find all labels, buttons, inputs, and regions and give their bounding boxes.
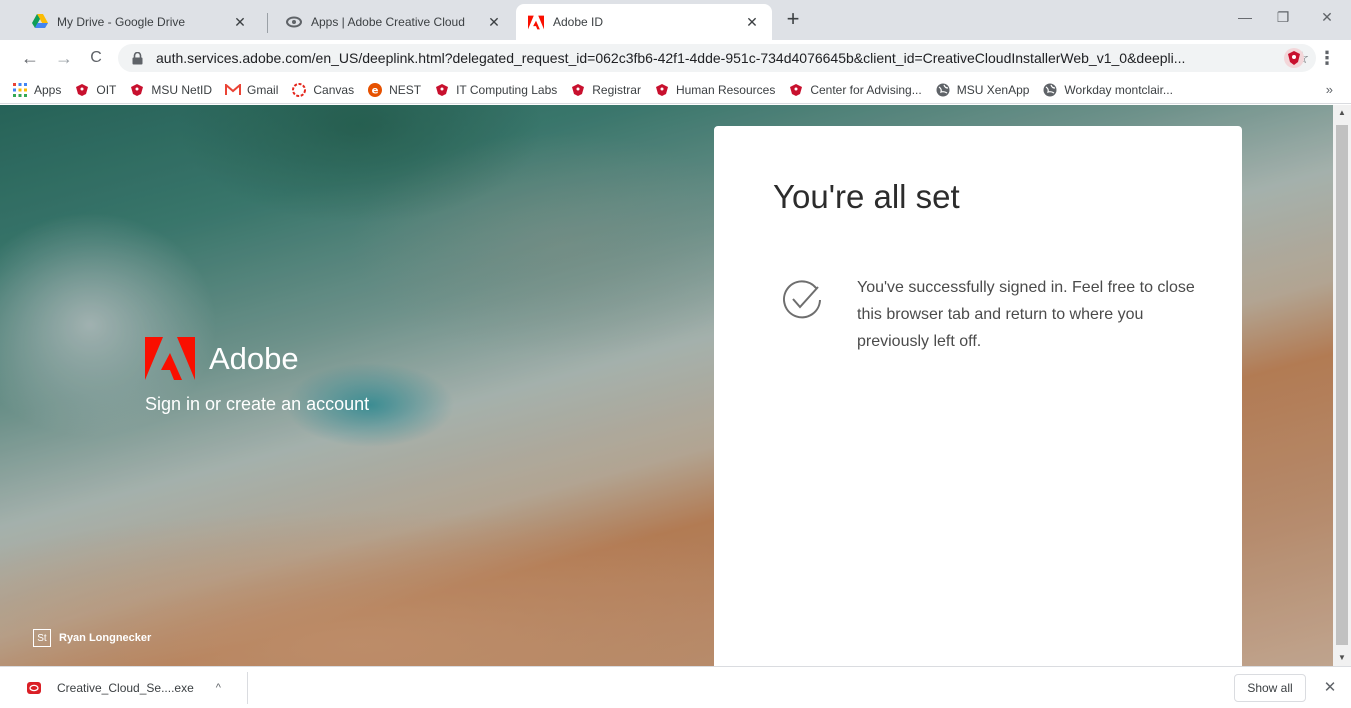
- download-file-name: Creative_Cloud_Se....exe: [57, 681, 194, 695]
- scrollbar-thumb[interactable]: [1336, 125, 1348, 645]
- bookmark-label: OIT: [96, 82, 117, 97]
- success-message: You've successfully signed in. Feel free…: [857, 279, 1195, 350]
- success-card: You're all set You've successfully signe…: [714, 126, 1242, 666]
- url-text[interactable]: auth.services.adobe.com/en_US/deeplink.h…: [156, 50, 1288, 66]
- tab-google-drive[interactable]: My Drive - Google Drive ✕: [20, 4, 260, 40]
- close-tab-icon[interactable]: ✕: [486, 14, 502, 31]
- bookmark-human-resources[interactable]: Human Resources: [654, 82, 775, 98]
- msu-red-hawk-icon: [434, 82, 450, 98]
- gmail-icon: [225, 82, 242, 98]
- tab-title: Apps | Adobe Creative Cloud: [311, 15, 465, 29]
- canvas-icon: [291, 82, 307, 98]
- bookmark-label: Workday montclair...: [1064, 82, 1173, 97]
- nest-icon: e: [367, 82, 383, 98]
- tab-title: My Drive - Google Drive: [57, 15, 186, 29]
- bookmark-label: Registrar: [592, 82, 641, 97]
- checkmark-circle-icon: [783, 280, 821, 319]
- msu-extension-icon[interactable]: [1283, 47, 1305, 69]
- adobe-icon: [528, 14, 544, 30]
- bookmark-apps[interactable]: Apps: [12, 82, 61, 98]
- browser-menu-icon[interactable]: ⋮: [1318, 44, 1336, 72]
- scroll-down-arrow-icon[interactable]: ▼: [1333, 650, 1351, 666]
- msu-red-hawk-icon: [129, 82, 145, 98]
- reload-icon[interactable]: C: [82, 44, 110, 72]
- msu-red-hawk-icon: [74, 82, 90, 98]
- bookmark-label: Canvas: [313, 82, 355, 97]
- svg-text:e: e: [372, 85, 379, 96]
- forward-arrow-icon[interactable]: →: [50, 44, 78, 72]
- bookmark-nest[interactable]: e NEST: [367, 82, 421, 98]
- bookmark-oit[interactable]: OIT: [74, 82, 116, 98]
- show-all-downloads-button[interactable]: Show all: [1234, 674, 1306, 702]
- bookmark-label: NEST: [389, 82, 422, 97]
- photo-credit[interactable]: St Ryan Longnecker: [33, 629, 151, 647]
- bookmark-label: Apps: [34, 82, 62, 97]
- address-bar[interactable]: auth.services.adobe.com/en_US/deeplink.h…: [118, 44, 1316, 72]
- brand-tagline: Sign in or create an account: [145, 394, 370, 414]
- close-shelf-icon[interactable]: ✕: [1320, 678, 1340, 698]
- bookmark-msu-netid[interactable]: MSU NetID: [129, 82, 212, 98]
- msu-red-hawk-icon: [570, 82, 586, 98]
- page-scrollbar[interactable]: ▲ ▼: [1333, 105, 1351, 666]
- bookmark-canvas[interactable]: Canvas: [291, 82, 354, 98]
- tab-creative-cloud[interactable]: Apps | Adobe Creative Cloud ✕: [274, 4, 514, 40]
- adobe-brand: Adobe Sign in or create an account: [145, 337, 369, 415]
- tab-separator: [267, 13, 268, 33]
- bookmark-label: MSU NetID: [151, 82, 213, 97]
- browser-tab-strip: My Drive - Google Drive ✕ Apps | Adobe C…: [0, 0, 1351, 40]
- creative-cloud-installer-icon: [27, 682, 41, 694]
- bookmark-center-for-advising[interactable]: Center for Advising...: [788, 82, 922, 98]
- page-content: Adobe Sign in or create an account St Ry…: [0, 105, 1333, 666]
- tab-adobe-id[interactable]: Adobe ID ✕: [516, 4, 772, 40]
- globe-icon: [935, 82, 951, 98]
- browser-toolbar: ← → C auth.services.adobe.com/en_US/deep…: [0, 40, 1351, 76]
- download-item[interactable]: Creative_Cloud_Se....exe ^: [26, 677, 221, 699]
- bookmark-label: IT Computing Labs: [456, 82, 558, 97]
- page-title: You're all set: [773, 178, 960, 215]
- bookmark-gmail[interactable]: Gmail: [225, 82, 278, 98]
- bookmarks-bar: Apps OIT MSU NetID Gmail Canvas e NEST I…: [0, 76, 1351, 104]
- bookmark-it-computing-labs[interactable]: IT Computing Labs: [434, 82, 557, 98]
- restore-window-icon[interactable]: ❐: [1260, 0, 1306, 34]
- bookmark-label: MSU XenApp: [956, 82, 1030, 97]
- new-tab-button[interactable]: +: [779, 6, 807, 34]
- divider: [247, 672, 248, 704]
- creative-cloud-icon: [286, 14, 302, 30]
- adobe-logo-icon: [145, 337, 195, 380]
- bookmark-label: Human Resources: [675, 82, 776, 97]
- tab-title: Adobe ID: [553, 15, 604, 29]
- close-tab-icon[interactable]: ✕: [232, 14, 248, 31]
- back-arrow-icon[interactable]: ←: [16, 44, 44, 72]
- close-window-icon[interactable]: ✕: [1304, 0, 1350, 34]
- close-tab-icon[interactable]: ✕: [744, 14, 760, 31]
- bookmark-label: Gmail: [247, 82, 279, 97]
- brand-name: Adobe: [209, 340, 299, 376]
- msu-red-hawk-icon: [654, 82, 670, 98]
- download-shelf: Creative_Cloud_Se....exe ^ Show all ✕: [0, 666, 1351, 708]
- lock-icon[interactable]: [132, 51, 146, 65]
- photo-author: Ryan Longnecker: [59, 632, 152, 644]
- apps-grid-icon: [12, 82, 28, 98]
- google-drive-icon: [32, 14, 48, 30]
- globe-icon: [1042, 82, 1058, 98]
- chevron-up-icon[interactable]: ^: [216, 682, 221, 694]
- more-bookmarks-icon[interactable]: »: [1326, 82, 1333, 97]
- bookmark-workday[interactable]: Workday montclair...: [1042, 82, 1173, 98]
- scroll-up-arrow-icon[interactable]: ▲: [1333, 105, 1351, 121]
- adobe-stock-icon: St: [33, 629, 51, 647]
- bookmark-registrar[interactable]: Registrar: [570, 82, 641, 98]
- bookmark-msu-xenapp[interactable]: MSU XenApp: [935, 82, 1030, 98]
- msu-red-hawk-icon: [788, 82, 804, 98]
- bookmark-label: Center for Advising...: [810, 82, 922, 97]
